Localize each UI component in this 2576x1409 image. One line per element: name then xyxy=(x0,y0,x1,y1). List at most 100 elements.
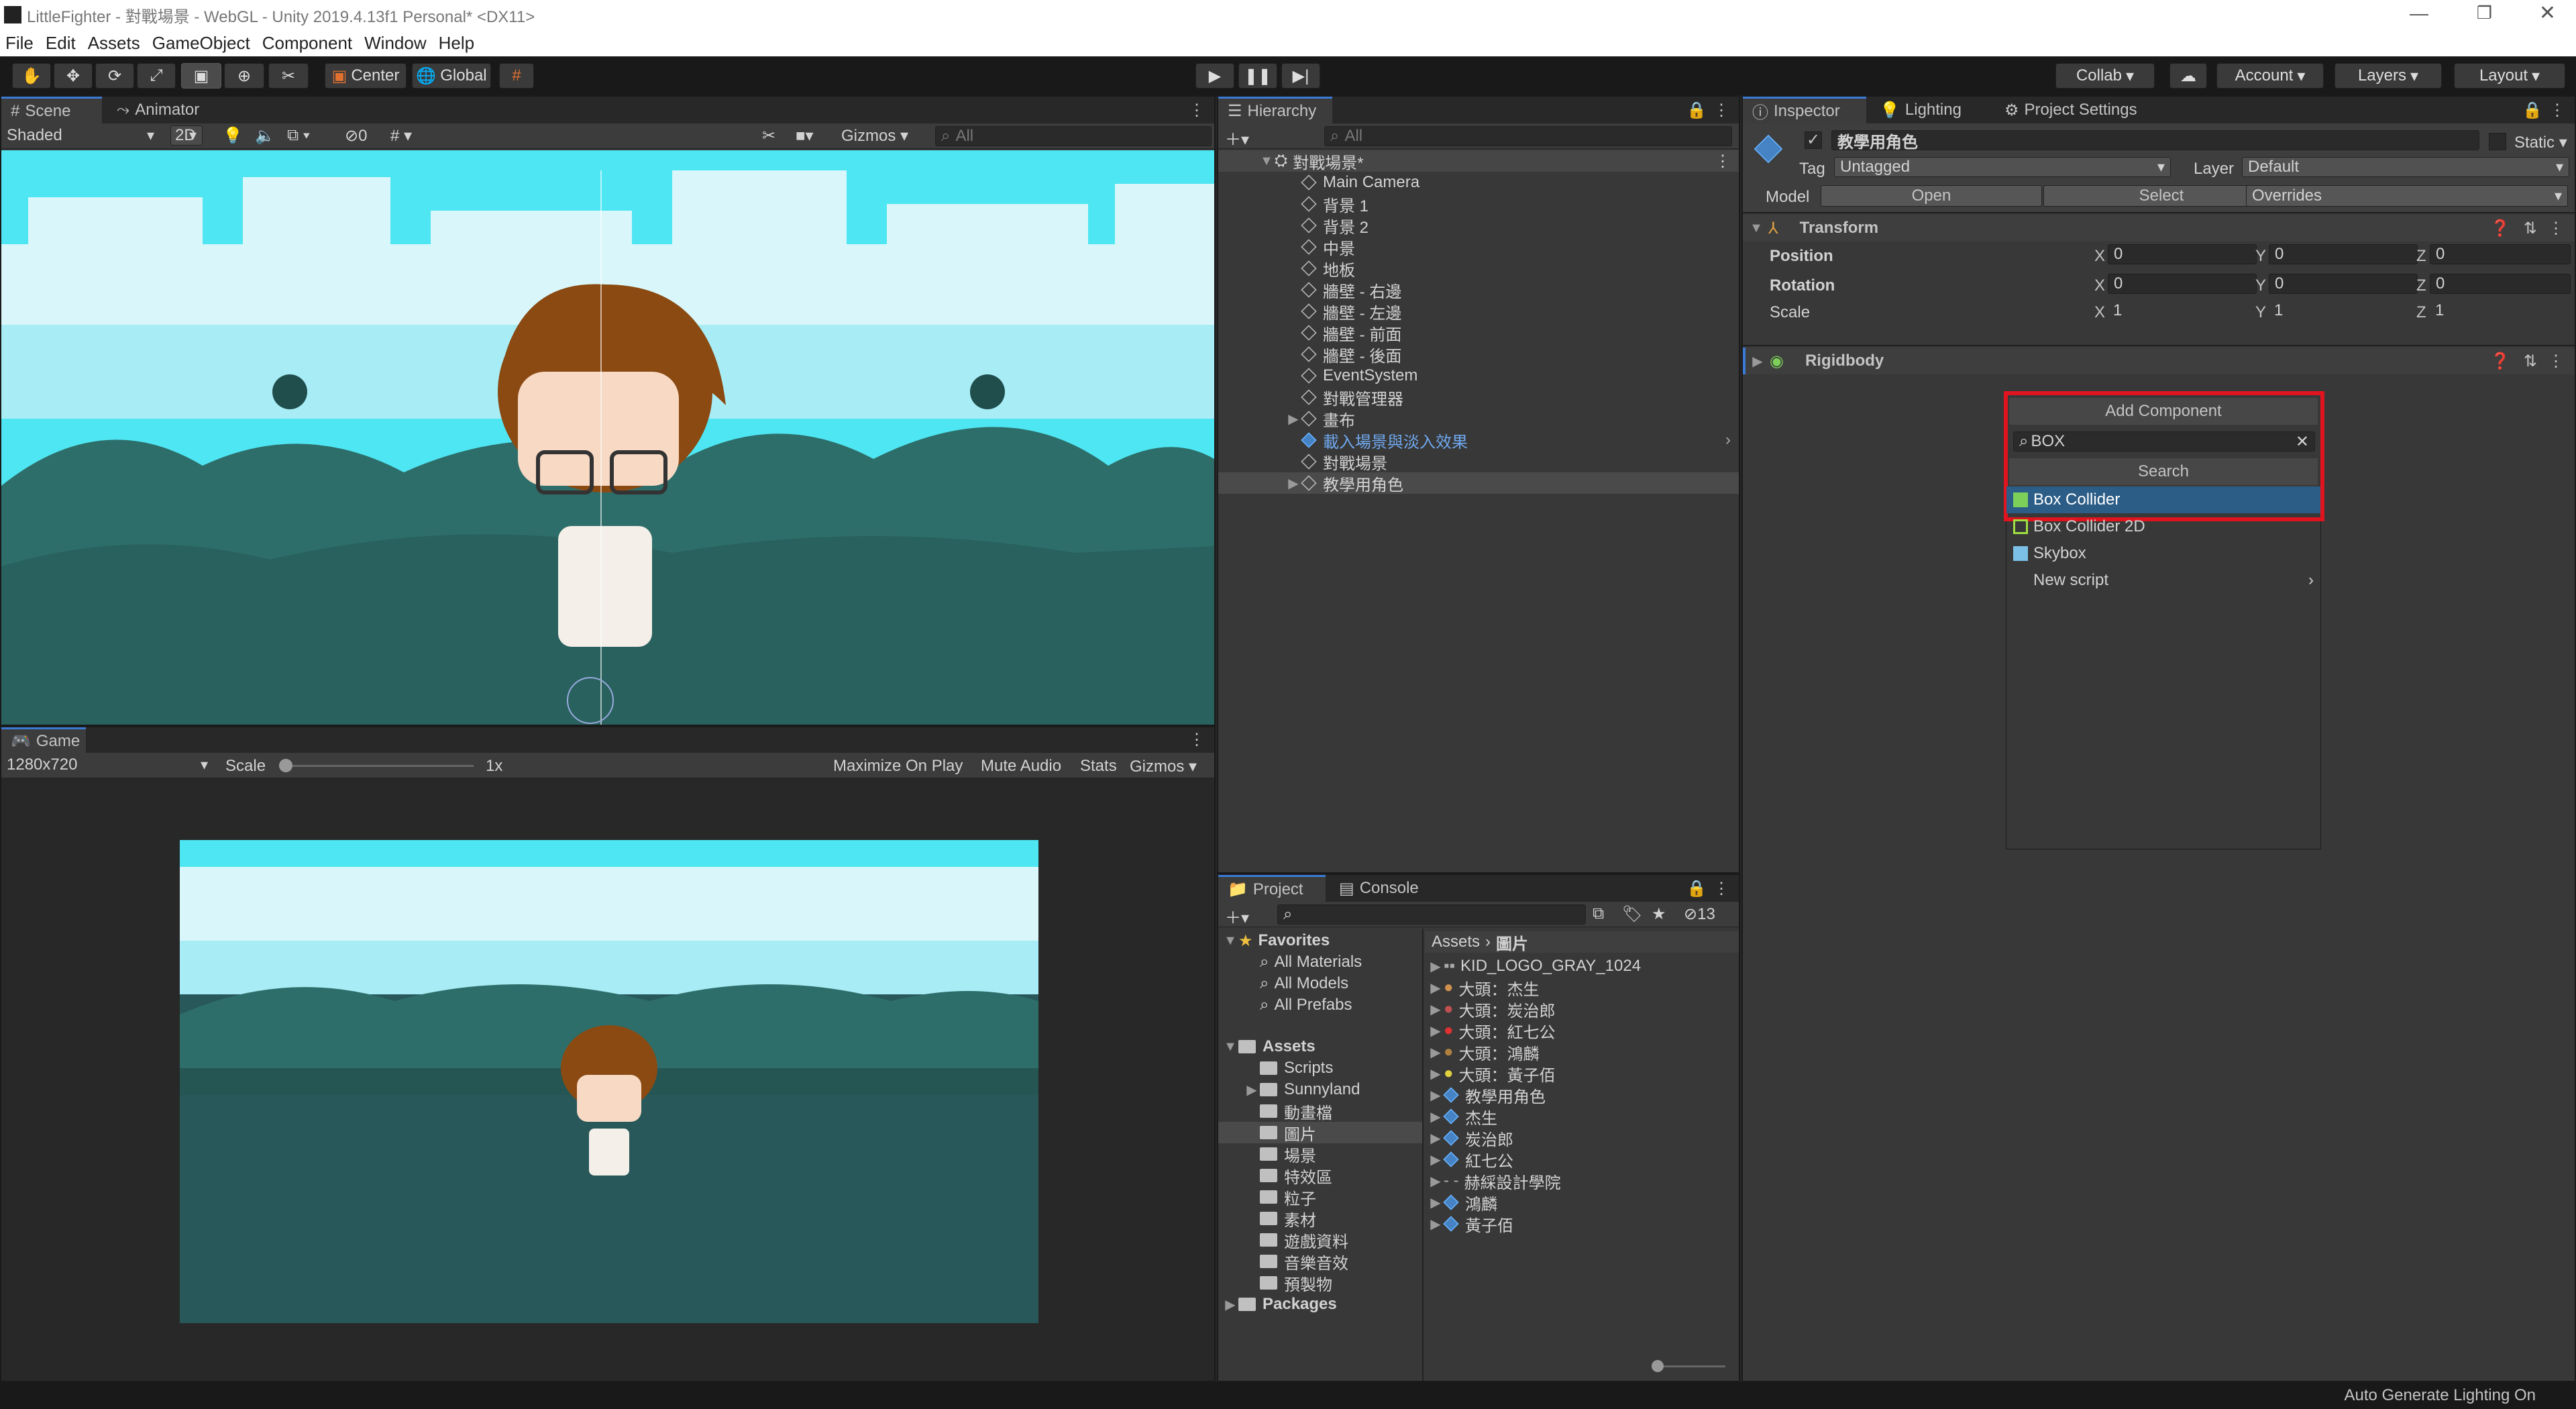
lighting-toggle-icon[interactable]: 💡 xyxy=(223,126,243,146)
rigidbody-header[interactable]: ▶ ◉ Rigidbody ❓ ⇅ ⋮ xyxy=(1743,348,2575,374)
transform-header[interactable]: ▼ ⅄ Transform ❓ ⇅ ⋮ xyxy=(1743,215,2575,242)
hierarchy-add-button[interactable]: ＋▾ xyxy=(1225,126,1249,150)
clear-search-icon[interactable]: ✕ xyxy=(2296,432,2309,452)
rigidbody-help-icon[interactable]: ❓ xyxy=(2490,352,2510,371)
favorite-item[interactable]: ⌕ All Prefabs xyxy=(1218,994,1422,1016)
custom-tool-icon[interactable]: ✂ xyxy=(268,63,309,89)
tools-icon[interactable]: ✂ xyxy=(762,126,775,146)
scale-z-field[interactable]: 1 xyxy=(2430,301,2571,321)
tab-game[interactable]: 🎮 Game xyxy=(1,727,86,753)
hidden-objects-icon[interactable]: ⊘0 xyxy=(345,126,367,146)
move-tool-icon[interactable]: ✥ xyxy=(54,63,93,89)
stats-toggle[interactable]: Stats xyxy=(1080,757,1117,776)
component-menu-icon[interactable]: ⋮ xyxy=(2548,219,2564,238)
active-checkbox[interactable]: ✓ xyxy=(1805,132,1822,149)
account-dropdown[interactable]: Account ▾ xyxy=(2216,63,2324,89)
file-item[interactable]: ▶ ● 大頭：黃子佰 xyxy=(1425,1063,1739,1085)
folder-item[interactable]: 素材 xyxy=(1218,1208,1422,1230)
file-item[interactable]: ▶ 黃子佰 xyxy=(1425,1213,1739,1235)
tab-project[interactable]: 📁 Project xyxy=(1218,875,1326,902)
rigidbody-preset-icon[interactable]: ⇅ xyxy=(2524,352,2537,371)
icon-size-slider[interactable] xyxy=(1652,1360,1725,1372)
breadcrumb-root[interactable]: Assets xyxy=(1432,933,1480,951)
close-button[interactable]: ✕ xyxy=(2539,1,2556,25)
folder-item[interactable]: 遊戲資料 xyxy=(1218,1229,1422,1251)
menu-file[interactable]: File xyxy=(5,33,34,54)
audio-toggle-icon[interactable]: 🔈 xyxy=(255,126,275,146)
hierarchy-item[interactable]: 背景 1 xyxy=(1218,193,1739,215)
camera-icon[interactable]: ■▾ xyxy=(796,126,814,146)
tab-console[interactable]: ▤ Console xyxy=(1330,875,1444,902)
rotation-z-field[interactable]: 0 xyxy=(2430,274,2571,294)
hierarchy-item[interactable]: EventSystem xyxy=(1218,365,1739,386)
breadcrumb-current[interactable]: 圖片 xyxy=(1496,931,1528,954)
collab-button[interactable]: Collab ▾ xyxy=(2055,63,2155,89)
space-global-button[interactable]: 🌐 Global xyxy=(412,63,491,89)
component-result[interactable]: Box Collider 2D xyxy=(2006,513,2320,540)
open-button[interactable]: Open xyxy=(1821,185,2042,207)
grid-toggle-icon[interactable]: # ▾ xyxy=(390,126,412,146)
hierarchy-root-scene[interactable]: ▼ ⛭ 對戰場景* ⋮ xyxy=(1218,150,1739,172)
file-item[interactable]: ▶ 教學用角色 xyxy=(1425,1084,1739,1106)
mute-audio-toggle[interactable]: Mute Audio xyxy=(981,757,1061,776)
menu-component[interactable]: Component xyxy=(262,33,352,54)
root-menu-icon[interactable]: ⋮ xyxy=(1715,152,1731,171)
project-lock-icon[interactable]: 🔒 xyxy=(1686,879,1707,898)
grid-snap-icon[interactable]: # xyxy=(499,63,534,89)
hand-tool-icon[interactable]: ✋ xyxy=(12,63,51,89)
file-item[interactable]: ▶ ● 大頭：鴻麟 xyxy=(1425,1041,1739,1063)
position-y-field[interactable]: 0 xyxy=(2269,244,2418,264)
rigidbody-menu-icon[interactable]: ⋮ xyxy=(2548,352,2564,371)
favorite-item[interactable]: ⌕ All Materials xyxy=(1218,951,1422,973)
folder-item[interactable]: 場景 xyxy=(1218,1143,1422,1165)
hierarchy-item[interactable]: 牆壁 - 左邊 xyxy=(1218,301,1739,323)
file-item[interactable]: ▶ ● 大頭：紅七公 xyxy=(1425,1020,1739,1042)
tab-project-settings[interactable]: ⚙ Project Settings xyxy=(1995,97,2190,123)
file-item[interactable]: ▶ 炭治郎 xyxy=(1425,1127,1739,1149)
hierarchy-item[interactable]: 牆壁 - 後面 xyxy=(1218,344,1739,366)
resolution-dropdown[interactable]: 1280x720 xyxy=(1,755,213,775)
folder-item[interactable]: Scripts xyxy=(1218,1057,1422,1079)
component-result[interactable]: Skybox xyxy=(2006,540,2320,567)
favorite-item[interactable]: ⌕ All Models xyxy=(1218,973,1422,994)
rotation-y-field[interactable]: 0 xyxy=(2269,274,2418,294)
hierarchy-item[interactable]: 中景 xyxy=(1218,236,1739,258)
folder-item[interactable]: 動畫檔 xyxy=(1218,1100,1422,1123)
hierarchy-item[interactable]: 對戰管理器 xyxy=(1218,386,1739,409)
help-icon[interactable]: ❓ xyxy=(2490,219,2510,238)
mode-2d-toggle[interactable]: 2D xyxy=(170,125,203,146)
scene-menu-icon[interactable]: ⋮ xyxy=(1189,101,1205,120)
layer-dropdown[interactable]: Default xyxy=(2242,157,2569,177)
assets-header[interactable]: ▼ Assets xyxy=(1218,1036,1422,1057)
transform-tool-icon[interactable]: ⊕ xyxy=(224,63,264,89)
tab-animator[interactable]: ⤳ Animator xyxy=(107,97,228,123)
file-item[interactable]: ▶ 鴻麟 xyxy=(1425,1192,1739,1214)
game-gizmos-dropdown[interactable]: Gizmos ▾ xyxy=(1130,757,1197,776)
position-z-field[interactable]: 0 xyxy=(2430,244,2571,264)
file-item[interactable]: ▶ ● 大頭：炭治郎 xyxy=(1425,998,1739,1021)
play-button[interactable]: ▶ xyxy=(1195,63,1234,89)
minimize-button[interactable]: — xyxy=(2410,3,2428,24)
folder-item[interactable]: 粒子 xyxy=(1218,1186,1422,1208)
prefab-open-arrow-icon[interactable]: › xyxy=(1725,431,1731,450)
scale-y-field[interactable]: 1 xyxy=(2269,301,2418,321)
file-item[interactable]: ▶ ▪▪ KID_LOGO_GRAY_1024 xyxy=(1425,955,1739,977)
effects-toggle-icon[interactable]: ⧉ ▾ xyxy=(287,126,310,145)
hierarchy-item-prefab[interactable]: 載入場景與淡入效果 › xyxy=(1218,429,1739,452)
maximize-on-play-toggle[interactable]: Maximize On Play xyxy=(833,757,963,776)
hierarchy-item[interactable]: 牆壁 - 前面 xyxy=(1218,322,1739,344)
rotate-tool-icon[interactable]: ⟳ xyxy=(95,63,134,89)
inspector-lock-icon[interactable]: 🔒 xyxy=(2522,101,2542,120)
scene-search-input[interactable]: ⌕ All xyxy=(935,126,1212,146)
layers-dropdown[interactable]: Layers ▾ xyxy=(2334,63,2442,89)
icon-size-slider-thumb[interactable] xyxy=(1652,1360,1664,1372)
folder-item-selected[interactable]: 圖片 xyxy=(1218,1122,1422,1144)
filter-type-icon[interactable]: ⧉ xyxy=(1593,904,1604,923)
position-x-field[interactable]: 0 xyxy=(2108,244,2257,264)
pause-button[interactable]: ❚❚ xyxy=(1238,63,1277,89)
file-item[interactable]: ▶ - - 赫綵設計學院 xyxy=(1425,1170,1739,1192)
tag-dropdown[interactable]: Untagged xyxy=(1834,157,2171,177)
packages-header[interactable]: ▶ Packages xyxy=(1218,1294,1422,1315)
project-search-input[interactable]: ⌕ xyxy=(1277,904,1586,925)
restore-button[interactable]: ❐ xyxy=(2477,3,2492,23)
